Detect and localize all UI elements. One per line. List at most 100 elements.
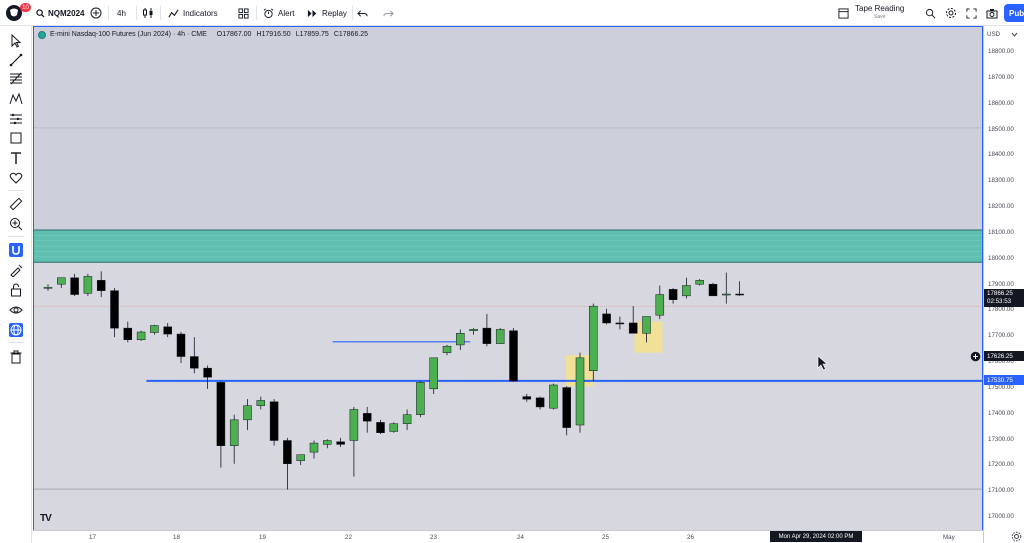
candle-body [642,316,651,334]
candle-body [615,322,625,325]
text-icon[interactable] [9,151,23,165]
pattern-icon[interactable] [9,92,23,106]
rectangle-icon[interactable] [9,131,23,145]
alarm-clock-icon [263,8,274,18]
upper-shaded-area [34,27,982,230]
time-tick-label: 19 [259,534,266,541]
redo-button[interactable] [383,0,394,26]
candle-body [562,387,571,428]
candle-body [522,396,532,400]
candle-body [283,440,292,464]
candle-body [456,333,465,346]
price-tick-label: 18100.00 [988,228,1014,236]
indicators-icon [168,9,179,17]
mouse-cursor-icon [817,355,828,371]
candle-body [575,357,585,426]
legend-low: L17859.75 [295,31,329,38]
undo-button[interactable] [357,0,368,26]
grid-icon [238,7,249,19]
lock-icon[interactable] [9,283,23,297]
candle-body [695,280,704,285]
currency-label[interactable]: USD [987,31,1000,38]
time-tick-label: 22 [345,534,352,541]
symbol-search-button[interactable]: NQM2024 [36,0,84,26]
cursor-icon[interactable] [9,34,23,48]
keep-drawing-icon[interactable] [9,263,23,277]
user-menu-button[interactable] [6,0,22,26]
candle-body [83,276,93,294]
undo-icon [357,9,368,17]
magnet-icon[interactable] [9,243,23,257]
last-price-tag: 17866.25 02:53:53 [984,289,1024,307]
heart-icon[interactable] [9,171,23,185]
interval-button[interactable]: 4h [117,0,126,26]
ruler-icon[interactable] [9,197,23,211]
camera-icon [986,8,998,18]
price-chart[interactable] [34,27,983,531]
last-price: 17866.25 [987,290,1013,297]
price-scale[interactable]: USD 18800.00 18700.00 18600.00 18500.00 1840… [983,26,1024,543]
fullscreen-button[interactable] [966,0,977,26]
gear-icon[interactable] [1011,531,1022,542]
quick-search-button[interactable] [925,0,936,26]
trend-line-icon[interactable] [9,53,23,67]
candle-body [269,401,279,441]
toolbar-divider [8,236,24,237]
drawing-toolbar [0,26,32,543]
candle-body [336,441,345,445]
tradingview-logo: TV [40,513,52,524]
alert-button[interactable]: Alert [263,0,294,26]
candle-body [549,384,558,409]
toolbar-divider [136,6,137,20]
indicators-button[interactable]: Indicators [168,0,218,26]
replay-icon [307,9,317,17]
eye-icon[interactable] [9,303,23,317]
time-tick-label: 17 [89,534,96,541]
legend-close: C17866.25 [333,31,369,38]
plus-circle-icon[interactable] [970,351,981,362]
compare-symbol-button[interactable] [90,0,102,26]
layouts-button[interactable] [238,0,249,26]
time-tick-label: 26 [687,534,694,541]
search-icon [36,8,45,18]
prediction-icon[interactable] [9,112,23,126]
toolbar-divider [160,6,161,20]
settings-button[interactable] [945,0,957,26]
candle-body [216,382,226,446]
chart-type-button[interactable] [142,0,154,26]
time-tick-label: 23 [430,534,437,541]
bar-countdown: 02:53:53 [987,298,1012,305]
line-price-tag: 17530.75 [984,375,1024,385]
candle-body [402,414,412,424]
candle-body [190,356,199,369]
globe-icon[interactable] [9,323,23,337]
symbol-description: E-mini Nasdaq-100 Futures (Jun 2024) · 4… [50,31,207,38]
notification-badge: 10 [20,3,31,12]
gear-icon [946,8,956,18]
candle-body [110,290,119,329]
time-tick-label: 24 [517,534,524,541]
trash-icon[interactable] [9,350,23,364]
tradingview-window: 10 NQM2024 4h Indicators Alert Replay Ta… [0,0,1024,543]
price-tick-label: 17000.00 [988,513,1014,520]
candle-body [668,289,678,300]
replay-label: Replay [322,8,347,18]
fib-retracement-icon[interactable] [9,72,23,86]
chart-pane[interactable] [33,26,983,543]
price-tick-label: 17800.00 [988,306,1014,314]
plus-circle-icon [90,7,102,19]
candle-body [123,327,133,340]
zoom-in-icon[interactable] [9,217,23,231]
publish-button[interactable]: Pub [1004,4,1024,22]
candle-body [509,330,518,382]
layout-menu-button[interactable]: Tape Reading Save [838,0,904,26]
snapshot-button[interactable] [986,0,998,26]
chart-legend: E-mini Nasdaq-100 Futures (Jun 2024) · 4… [38,29,368,40]
candle-body [708,283,718,297]
crosshair-date-tag: Mon Apr 29, 2024 02:00 PM [770,531,862,542]
time-tick-label: 18 [173,534,180,541]
symbol-label: NQM2024 [48,8,85,18]
chevron-down-icon[interactable] [1011,32,1018,37]
price-tick-label: 18800.00 [988,48,1014,55]
replay-button[interactable]: Replay [307,0,347,26]
